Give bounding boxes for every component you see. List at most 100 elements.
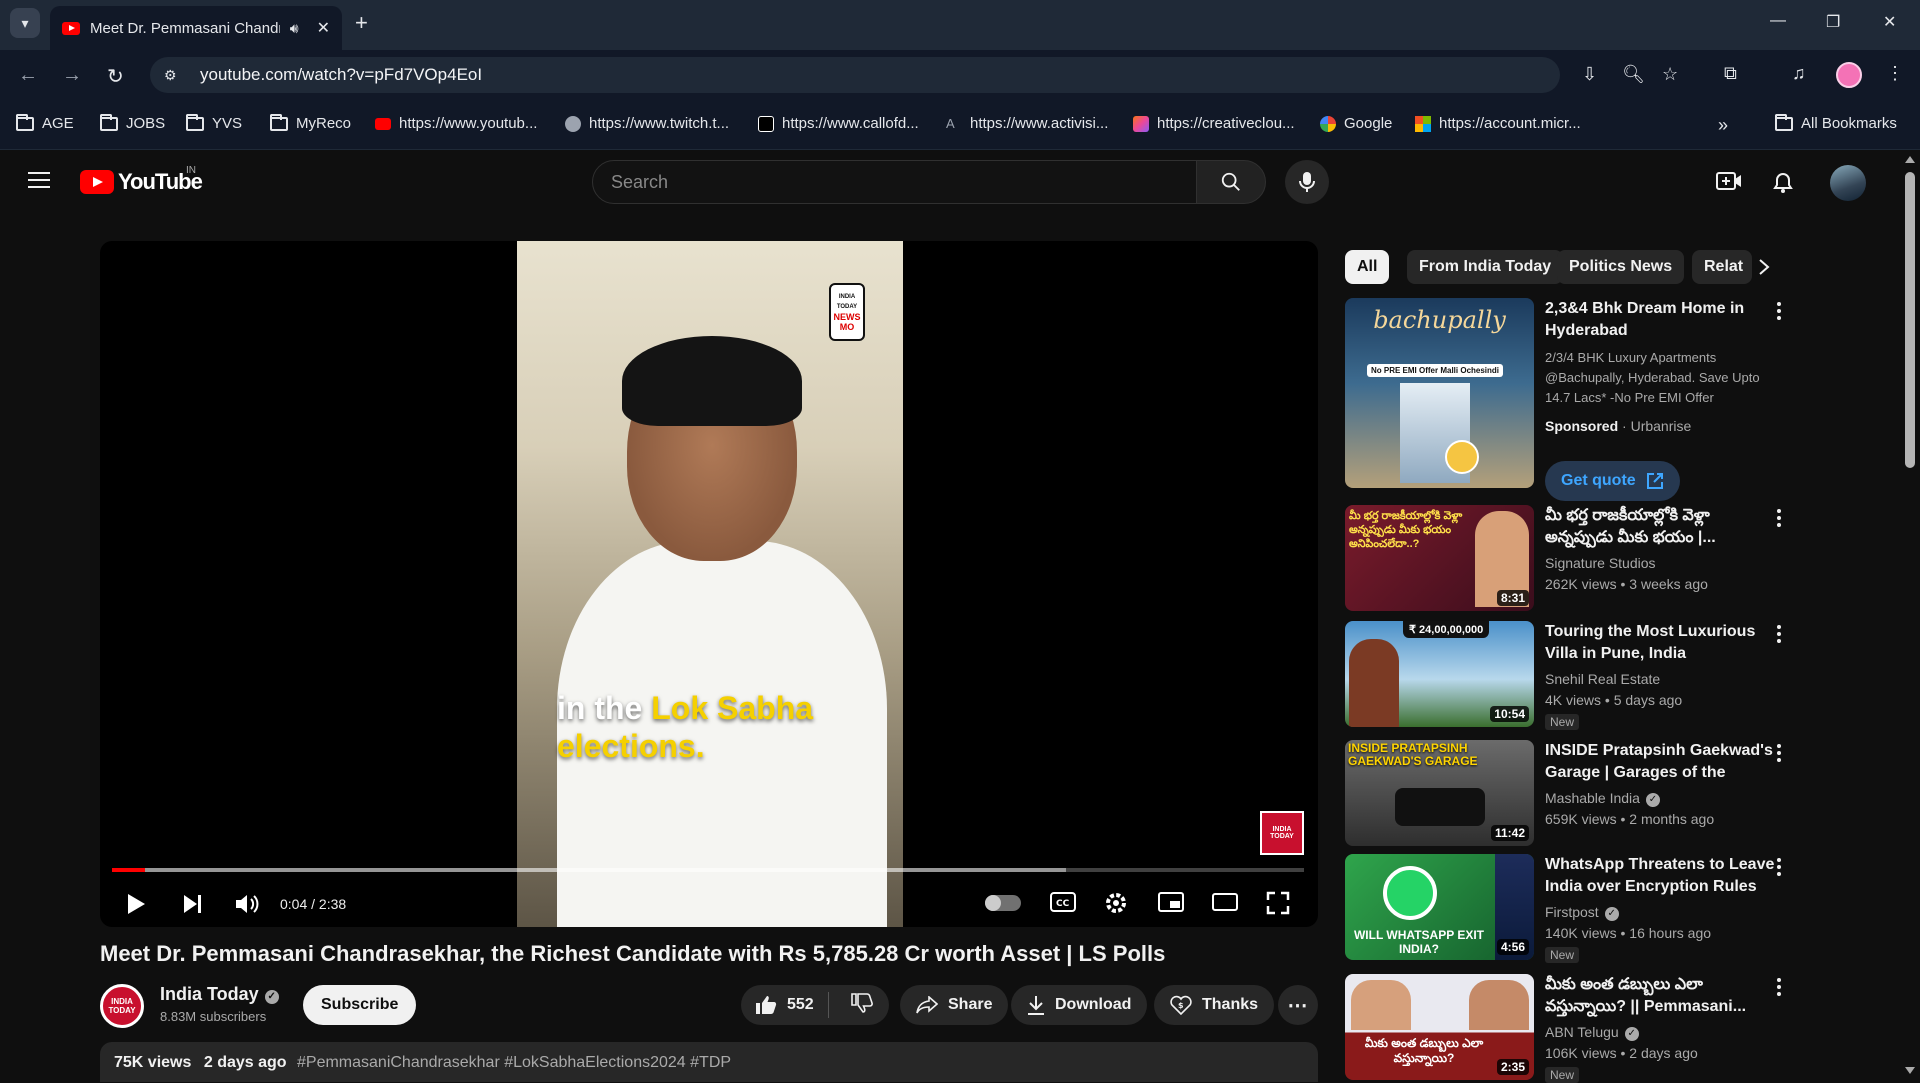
ad-thumbnail[interactable]: bachupally No PRE EMI Offer Malli Ochesi… — [1345, 298, 1534, 488]
video-frame[interactable]: INDIA TODAY NEWS MO in the Lok Sabha ele… — [517, 241, 903, 927]
miniplayer-icon[interactable] — [1158, 891, 1184, 913]
page-scrollbar[interactable] — [1900, 150, 1920, 1080]
bookmark-youtube[interactable]: https://www.youtub... — [375, 115, 537, 132]
guide-menu-icon[interactable] — [28, 172, 50, 190]
scrollbar-thumb[interactable] — [1905, 172, 1915, 468]
subtitles-cc-icon[interactable]: CC — [1050, 891, 1076, 913]
create-video-icon[interactable] — [1716, 170, 1742, 192]
video-menu-kebab-icon[interactable] — [1777, 858, 1781, 879]
time-display: 0:04 / 2:38 — [280, 896, 347, 912]
channel-name[interactable]: India Today ✓ — [160, 984, 279, 1005]
recommended-video[interactable]: INSIDE PRATAPSINH GAEKWAD'S GARAGE 11:42… — [1345, 740, 1805, 852]
recommended-channel: Snehil Real Estate — [1545, 671, 1661, 687]
recommended-video[interactable]: ₹ 24,00,00,000 10:54 Touring the Most Lu… — [1345, 621, 1805, 736]
ad-menu-kebab-icon[interactable] — [1777, 302, 1781, 323]
bookmark-jobs[interactable]: JOBS — [100, 113, 165, 132]
tab-search-button[interactable]: ▾ — [10, 8, 40, 38]
age: 2 months ago — [1629, 811, 1715, 827]
bookmark-age[interactable]: AGE — [16, 113, 74, 132]
chip-politics-news[interactable]: Politics News — [1557, 250, 1685, 284]
chevron-right-icon[interactable] — [1758, 258, 1770, 276]
bookmark-microsoft[interactable]: https://account.micr... — [1415, 115, 1581, 132]
play-icon[interactable] — [126, 893, 146, 915]
recommended-video[interactable]: మీకు అంత డబ్బులు ఎలా వస్తున్నాయి? 2:35 మ… — [1345, 974, 1805, 1083]
notifications-bell-icon[interactable] — [1772, 170, 1794, 194]
voice-search-button[interactable] — [1285, 160, 1329, 204]
video-thumbnail[interactable]: మీకు అంత డబ్బులు ఎలా వస్తున్నాయి? 2:35 — [1345, 974, 1534, 1080]
thanks-button[interactable]: $ Thanks — [1154, 985, 1275, 1025]
bookmark-twitch[interactable]: https://www.twitch.t... — [565, 115, 729, 132]
chip-all[interactable]: All — [1345, 250, 1390, 284]
all-bookmarks[interactable]: All Bookmarks — [1775, 113, 1897, 132]
get-quote-button[interactable]: Get quote — [1545, 461, 1680, 501]
description-box[interactable]: 75K views 2 days ago #PemmasaniChandrase… — [100, 1042, 1318, 1082]
video-menu-kebab-icon[interactable] — [1777, 625, 1781, 646]
video-thumbnail[interactable]: INSIDE PRATAPSINH GAEKWAD'S GARAGE 11:42 — [1345, 740, 1534, 846]
bookmark-yvs[interactable]: YVS — [186, 113, 242, 132]
chip-from-india-today[interactable]: From India Today — [1407, 250, 1564, 284]
bookmark-star-icon[interactable]: ☆ — [1662, 64, 1678, 85]
address-bar[interactable]: ⚙︎ youtube.com/watch?v=pFd7VOp4EoI — [150, 57, 1560, 93]
bookmark-google[interactable]: Google — [1320, 115, 1392, 132]
browser-tab-active[interactable]: Meet Dr. Pemmasani Chandrasekhar 🔊︎ ✕ — [50, 6, 342, 50]
forward-icon[interactable]: → — [62, 64, 82, 87]
bookmark-callofduty[interactable]: https://www.callofd... — [758, 115, 919, 132]
like-button[interactable]: 552 — [741, 992, 829, 1018]
recommended-video[interactable]: WILL WHATSAPP EXIT INDIA? 4:56 WhatsApp … — [1345, 854, 1805, 969]
subscribe-button[interactable]: Subscribe — [303, 985, 417, 1025]
menu-kebab-icon[interactable]: ⋮ — [1886, 63, 1904, 84]
video-thumbnail[interactable]: ₹ 24,00,00,000 10:54 — [1345, 621, 1534, 727]
video-thumbnail[interactable]: మీ భర్త రాజకీయాల్లోకి వెళ్లా అన్నప్పుడు … — [1345, 505, 1534, 611]
bookmark-activision[interactable]: Ahttps://www.activisi... — [946, 115, 1108, 132]
share-button[interactable]: Share — [900, 985, 1009, 1025]
autoplay-toggle[interactable] — [985, 895, 1021, 911]
folder-icon — [1775, 113, 1793, 131]
back-icon[interactable]: ← — [18, 64, 38, 87]
scroll-up-arrow-icon[interactable] — [1905, 156, 1915, 163]
search-input[interactable] — [611, 171, 1196, 193]
chip-related[interactable]: Relat — [1692, 250, 1752, 284]
video-player[interactable]: INDIA TODAY NEWS MO in the Lok Sabha ele… — [100, 241, 1318, 927]
video-menu-kebab-icon[interactable] — [1777, 744, 1781, 765]
bookmark-myreco[interactable]: MyReco — [270, 113, 351, 132]
more-actions-button[interactable]: ⋯ — [1278, 985, 1318, 1025]
ad-item[interactable]: bachupally No PRE EMI Offer Malli Ochesi… — [1345, 298, 1805, 503]
scroll-down-arrow-icon[interactable] — [1905, 1067, 1915, 1074]
audio-playing-icon[interactable]: 🔊︎ — [290, 20, 299, 37]
next-video-icon[interactable] — [182, 893, 204, 915]
youtube-logo[interactable]: YouTube IN — [80, 165, 203, 195]
video-thumbnail[interactable]: WILL WHATSAPP EXIT INDIA? 4:56 — [1345, 854, 1534, 960]
install-app-icon[interactable]: ⇩ — [1582, 64, 1597, 85]
video-menu-kebab-icon[interactable] — [1777, 978, 1781, 999]
fullscreen-icon[interactable] — [1266, 891, 1290, 915]
super-thanks-icon: $ — [1170, 995, 1192, 1016]
settings-gear-icon[interactable] — [1104, 891, 1128, 915]
reload-icon[interactable]: ↻ — [107, 64, 124, 89]
bookmark-creativecloud[interactable]: https://creativeclou... — [1133, 115, 1295, 132]
zoom-icon[interactable]: 🔍︎ — [1622, 64, 1645, 85]
more-bookmarks-icon[interactable]: » — [1718, 115, 1728, 136]
extensions-icon[interactable]: ⧉ — [1724, 63, 1737, 84]
recommended-channel: Firstpost ✓ — [1545, 904, 1619, 921]
video-menu-kebab-icon[interactable] — [1777, 509, 1781, 530]
volume-icon[interactable] — [234, 893, 260, 915]
channel-branding-watermark[interactable]: INDIA TODAY — [1260, 811, 1304, 855]
site-info-icon[interactable]: ⚙︎ — [164, 67, 184, 83]
close-tab-icon[interactable]: ✕ — [317, 18, 330, 38]
browser-toolbar: ← → ↻ ⚙︎ youtube.com/watch?v=pFd7VOp4EoI… — [0, 50, 1920, 100]
download-button[interactable]: Download — [1011, 985, 1148, 1025]
channel-avatar[interactable]: INDIA TODAY — [100, 984, 144, 1028]
new-tab-icon[interactable]: + — [355, 10, 368, 36]
media-controls-icon[interactable]: ♫ — [1792, 63, 1806, 84]
minimize-icon[interactable]: — — [1770, 12, 1786, 30]
window-close-icon[interactable]: ✕ — [1883, 12, 1896, 32]
progress-bar[interactable] — [112, 868, 1304, 872]
hashtags[interactable]: #PemmasaniChandrasekhar #LokSabhaElectio… — [297, 1054, 731, 1071]
profile-avatar-icon[interactable] — [1836, 62, 1862, 88]
restore-icon[interactable]: ❐ — [1826, 12, 1840, 32]
account-avatar[interactable] — [1830, 165, 1866, 201]
search-button[interactable] — [1196, 160, 1266, 204]
dislike-button[interactable] — [839, 992, 885, 1018]
theater-mode-icon[interactable] — [1212, 893, 1238, 911]
recommended-video[interactable]: మీ భర్త రాజకీయాల్లోకి వెళ్లా అన్నప్పుడు … — [1345, 505, 1805, 615]
